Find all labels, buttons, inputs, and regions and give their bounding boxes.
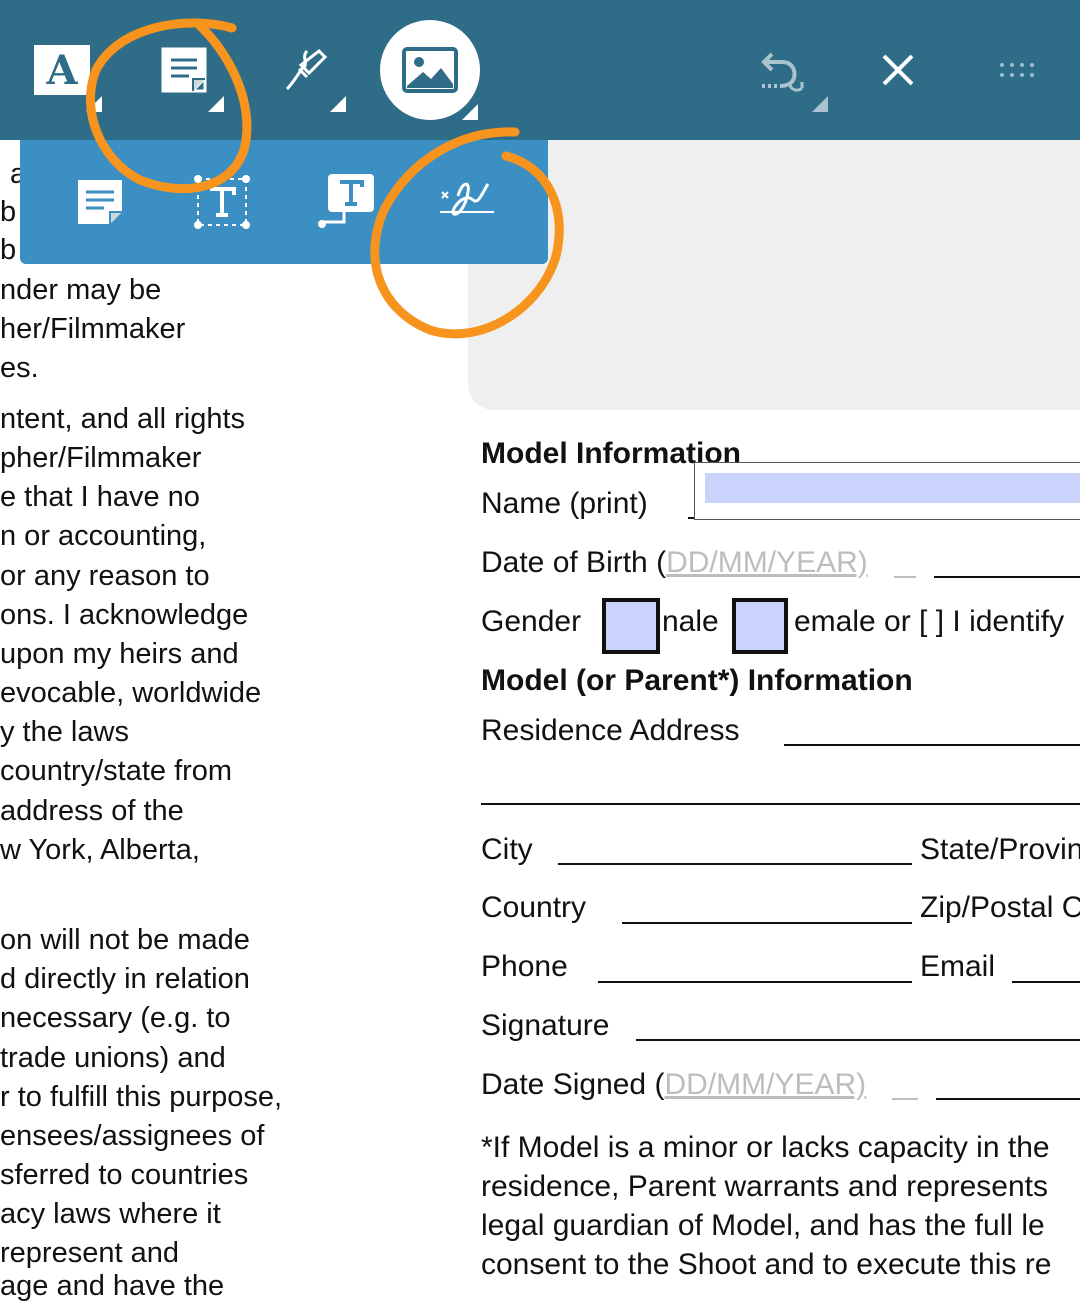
name-label: Name (print) — [481, 487, 648, 520]
text-line: e that I have no — [0, 481, 200, 513]
date-signed-placeholder: DD/MM/YEAR) — [664, 1068, 867, 1101]
drag-handle[interactable] — [972, 22, 1068, 118]
signature-button[interactable] — [428, 162, 508, 242]
male-text: nale — [662, 605, 719, 638]
date-signed-placeholder-underline — [892, 1098, 918, 1100]
name-input[interactable] — [694, 462, 1080, 520]
residence-field-line2[interactable] — [481, 803, 1080, 805]
undo-button[interactable] — [732, 22, 828, 118]
footnote-line: legal guardian of Model, and has the ful… — [481, 1209, 1045, 1242]
text-box-icon — [194, 175, 250, 229]
text-line: w York, Alberta, — [0, 834, 200, 866]
image-tool-button[interactable] — [378, 20, 482, 120]
text-box-button[interactable] — [182, 162, 262, 242]
expand-indicator — [208, 96, 224, 112]
text-line: b — [0, 234, 17, 266]
text-format-tool-button[interactable]: A — [14, 22, 110, 118]
residence-field[interactable] — [784, 744, 1080, 746]
dob-placeholder-underline — [894, 576, 916, 578]
phone-field[interactable] — [598, 981, 912, 983]
text-line: trade unions) and — [0, 1042, 226, 1074]
text-line: ons. I acknowledge — [0, 599, 249, 631]
text-line: ntent, and all rights — [0, 403, 246, 435]
text-line: b — [0, 196, 17, 228]
footnote-line: residence, Parent warrants and represent… — [481, 1170, 1048, 1203]
text-line: evocable, worldwide — [0, 677, 262, 709]
residence-label: Residence Address — [481, 714, 740, 747]
pen-tool-button[interactable] — [258, 22, 354, 118]
sticky-note-icon — [78, 180, 122, 224]
email-label: Email — [920, 950, 996, 983]
text-line: r to fulfill this purpose, — [0, 1081, 283, 1113]
dob-label: Date of Birth (DD/MM/YEAR) — [481, 548, 868, 578]
name-input-highlight — [705, 473, 1080, 503]
dob-placeholder: DD/MM/YEAR) — [666, 546, 868, 579]
text-line: acy laws where it — [0, 1198, 221, 1230]
footnote-line: consent to the Shoot and to execute this… — [481, 1248, 1052, 1281]
text-line: nder may be — [0, 274, 162, 306]
city-field[interactable] — [558, 863, 912, 865]
image-icon — [402, 47, 458, 93]
dob-label-text: Date of Birth ( — [481, 546, 667, 579]
note-icon — [161, 47, 207, 93]
text-line: necessary (e.g. to — [0, 1002, 231, 1034]
expand-indicator — [812, 96, 828, 112]
state-label: State/Provin — [920, 833, 1080, 866]
annotation-toolbar: A — [0, 0, 1080, 140]
text-line: country/state from — [0, 755, 233, 787]
note-tool-button[interactable] — [136, 22, 232, 118]
text-line: represent and — [0, 1237, 179, 1269]
dob-field[interactable] — [934, 576, 1080, 578]
text-line: es. — [0, 352, 39, 384]
text-line: address of the — [0, 795, 184, 827]
annotation-submenu — [20, 140, 548, 264]
phone-label: Phone — [481, 950, 568, 983]
date-signed-field[interactable] — [936, 1098, 1080, 1100]
signature-icon — [440, 182, 494, 216]
text-line: her/Filmmaker — [0, 313, 186, 345]
text-line: on will not be made — [0, 924, 250, 956]
zip-label: Zip/Postal C — [920, 891, 1080, 924]
drag-handle-icon — [1000, 63, 1034, 77]
city-label: City — [481, 833, 533, 866]
text-line: or any reason to — [0, 560, 210, 592]
gender-label: Gender — [481, 605, 582, 638]
male-checkbox[interactable] — [602, 598, 660, 654]
undo-icon — [761, 52, 804, 92]
text-callout-button[interactable] — [306, 162, 386, 242]
text-line: pher/Filmmaker — [0, 442, 202, 474]
text-line: sferred to countries — [0, 1159, 249, 1191]
pen-icon — [285, 49, 328, 91]
signature-field[interactable] — [636, 1039, 1080, 1041]
expand-indicator — [462, 104, 478, 120]
female-text: emale or [ ] I identify — [794, 605, 1065, 638]
text-format-icon: A — [34, 45, 90, 95]
text-callout-icon — [318, 174, 374, 228]
text-line: y the laws — [0, 716, 129, 748]
text-line: ensees/assignees of — [0, 1120, 265, 1152]
text-line: upon my heirs and — [0, 638, 239, 670]
close-icon — [882, 54, 914, 86]
expand-indicator — [330, 96, 346, 112]
expand-indicator — [86, 96, 102, 112]
close-toolbar-button[interactable] — [850, 22, 946, 118]
female-checkbox[interactable] — [732, 598, 788, 654]
sticky-note-button[interactable] — [60, 162, 140, 242]
parent-info-heading: Model (or Parent*) Information — [481, 664, 913, 697]
signature-label: Signature — [481, 1009, 610, 1042]
footnote-line: *If Model is a minor or lacks capacity i… — [481, 1131, 1050, 1164]
country-label: Country — [481, 891, 587, 924]
country-field[interactable] — [622, 922, 912, 924]
date-signed-label-text: Date Signed ( — [481, 1068, 665, 1101]
text-line: n or accounting, — [0, 520, 207, 552]
email-field[interactable] — [1012, 981, 1080, 983]
text-line: d directly in relation — [0, 963, 250, 995]
date-signed-label: Date Signed (DD/MM/YEAR) — [481, 1070, 866, 1100]
